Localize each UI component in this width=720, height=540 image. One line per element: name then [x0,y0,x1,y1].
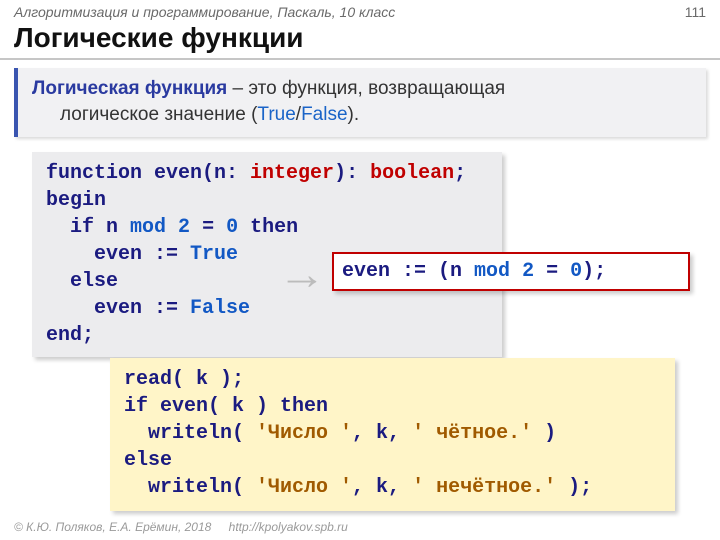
u3c: , k, [352,422,412,445]
topbar: Алгоритмизация и программирование, Паска… [0,0,720,22]
arrow-icon: → [278,250,326,300]
c7: end; [46,324,94,347]
footer: © К.Ю. Поляков, Е.А. Ерёмин, 2018 http:/… [0,514,720,540]
c1-integer: integer [250,162,334,185]
u3e: ) [532,422,556,445]
c6-false: False [190,297,250,320]
s-0: 0 [570,260,582,283]
u5e: ); [556,476,592,499]
c1: function even(n: [46,162,250,185]
c3g: then [238,216,298,239]
c1c: ; [454,162,466,185]
s1d: ); [582,260,606,283]
code-block-usage: read( k ); if even( k ) then writeln( 'Ч… [110,358,675,511]
chapter-label: Алгоритмизация и программирование, Паска… [14,4,395,20]
definition-box: Логическая функция – это функция, возвра… [14,68,706,137]
c6a: even := [46,297,190,320]
slide-number: 111 [685,4,706,20]
definition-close: ). [348,104,360,125]
footer-link[interactable]: http://kpolyakov.spb.ru [229,520,348,534]
s1c: = [534,260,570,283]
s1b [510,260,522,283]
u5b: 'Число ' [256,476,352,499]
page-title: Логические функции [0,22,720,58]
c3-0: 0 [226,216,238,239]
true-literal: True [257,104,295,125]
u4: else [124,449,172,472]
c2: begin [46,189,106,212]
c3c [166,216,178,239]
u5c: , k, [352,476,412,499]
u5d: ' нечётное.' [412,476,556,499]
c3-2: 2 [178,216,190,239]
definition-dash: – [227,78,248,99]
c1-boolean: boolean [370,162,454,185]
definition-term: Логическая функция [32,78,227,99]
u2: if even( k ) then [124,395,328,418]
c5: else [46,270,118,293]
definition-line2: логическое значение ( [60,104,257,125]
false-literal: False [301,104,347,125]
s-2: 2 [522,260,534,283]
c4a: even := [46,243,190,266]
s-mod: mod [474,260,510,283]
c3e: = [190,216,226,239]
c3a: if n [46,216,130,239]
definition-line1: это функция, возвращающая [248,78,505,99]
slide: Алгоритмизация и программирование, Паска… [0,0,720,540]
copyright-text: © К.Ю. Поляков, Е.А. Ерёмин, 2018 [14,520,211,534]
u5a: writeln( [124,476,256,499]
c1b: ): [334,162,370,185]
definition-line2-wrap: логическое значение (True/False). [32,102,692,128]
c4-true: True [190,243,238,266]
s1: even := (n [342,260,474,283]
u3a: writeln( [124,422,256,445]
code-block-short: even := (n mod 2 = 0); [332,252,690,291]
title-divider [0,58,720,60]
u3b: 'Число ' [256,422,352,445]
c3-mod: mod [130,216,166,239]
u1: read( k ); [124,368,244,391]
u3d: ' чётное.' [412,422,532,445]
